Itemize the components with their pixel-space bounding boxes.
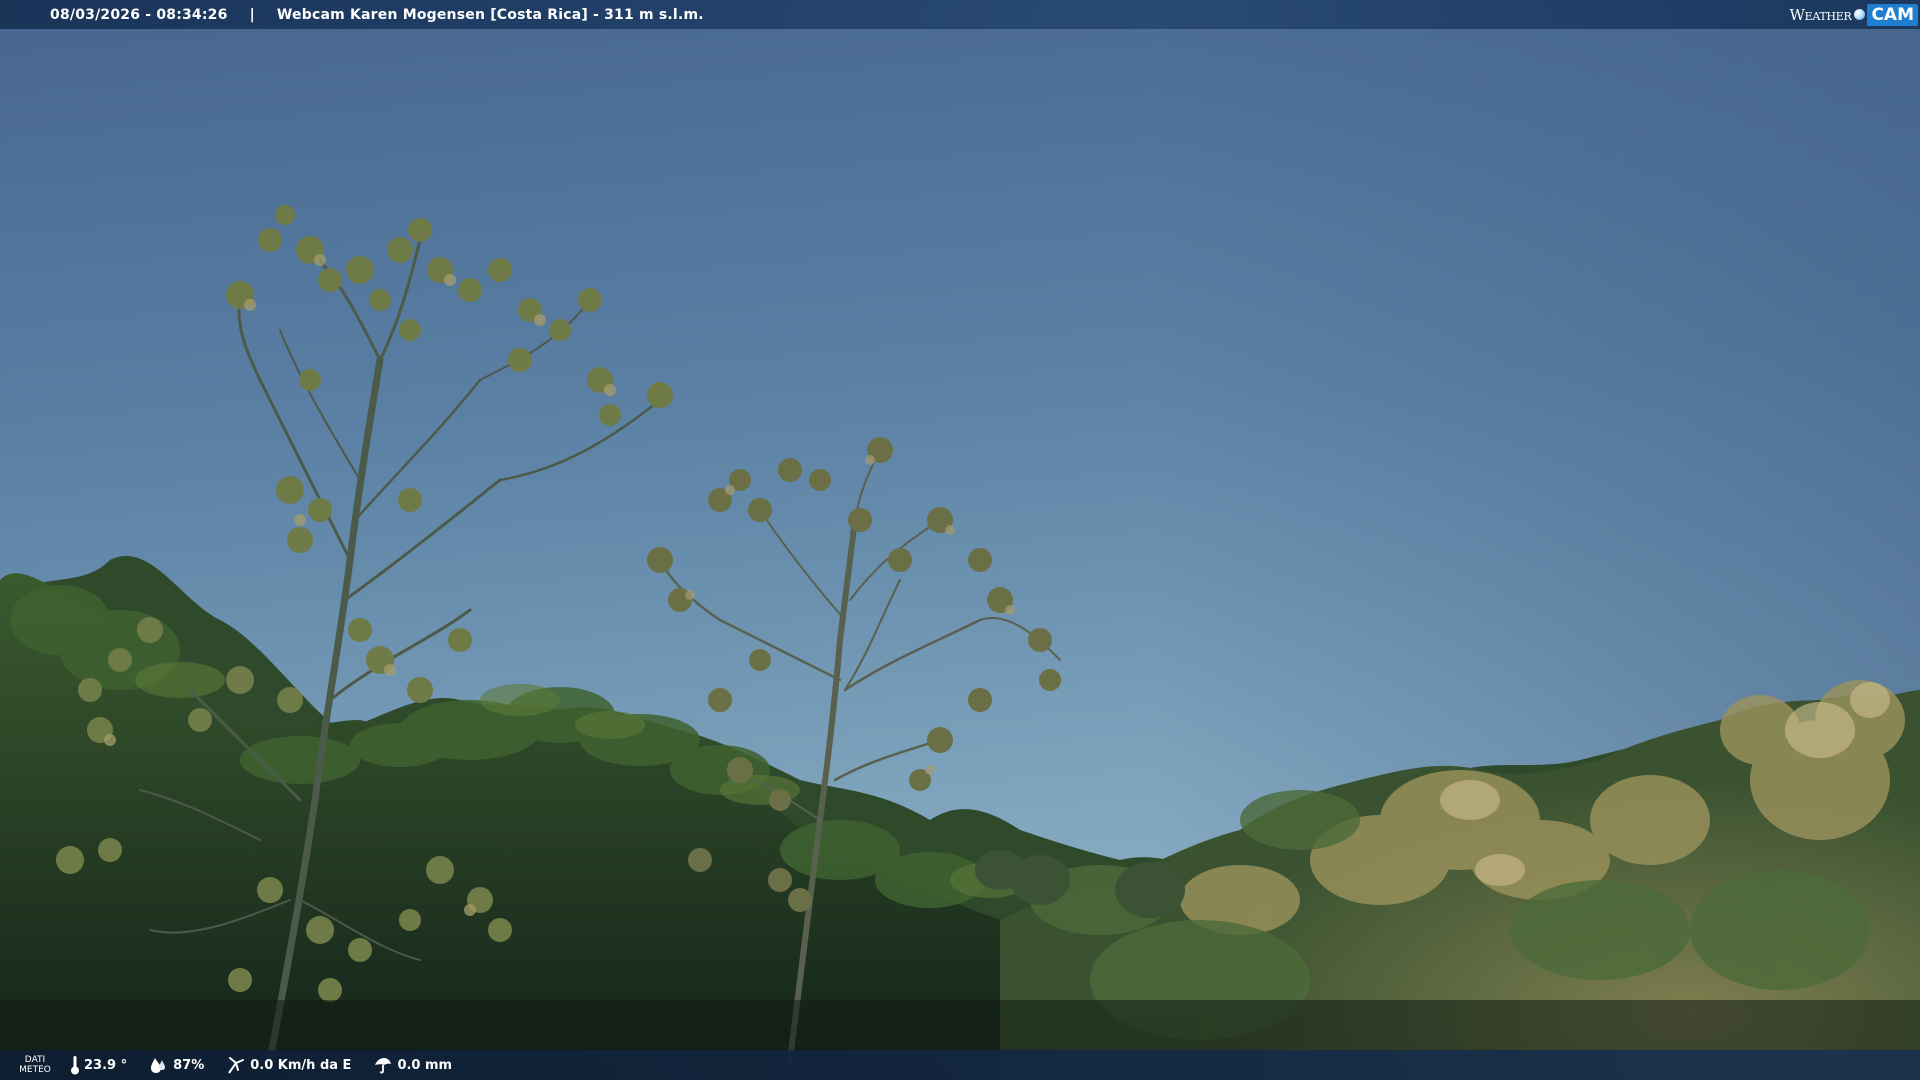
humidity-drop-icon xyxy=(151,1058,166,1073)
logo-cam-text: CAM xyxy=(1867,3,1918,26)
weathercam-logo-dot-icon xyxy=(1854,9,1866,20)
wind-value: 0.0 Km/h da E xyxy=(250,1057,352,1073)
header-separator: | xyxy=(249,6,255,23)
humidity-reading: 87% xyxy=(149,1056,204,1074)
thermometer-icon xyxy=(71,1056,79,1075)
weathercam-logo: Weather CAM xyxy=(1789,2,1918,27)
wind-icon xyxy=(228,1057,245,1074)
webcam-title: Webcam Karen Mogensen [Costa Rica] - 311… xyxy=(276,6,704,23)
weather-data-bar: DATI METEO 23.9 ° 87% 0.0 Km/h da E 0.0 … xyxy=(0,1050,1920,1080)
webcam-header-bar: 08/03/2026 - 08:34:26 | Webcam Karen Mog… xyxy=(0,0,1920,29)
logo-weather-text: Weather xyxy=(1789,5,1852,24)
webcam-frame: 08/03/2026 - 08:34:26 | Webcam Karen Mog… xyxy=(0,0,1920,1080)
weather-data-label: DATI METEO xyxy=(19,1055,51,1075)
wind-reading: 0.0 Km/h da E xyxy=(226,1055,351,1075)
rain-reading: 0.0 mm xyxy=(373,1056,452,1074)
temperature-reading: 23.9 ° xyxy=(70,1055,127,1075)
temperature-value: 23.9 ° xyxy=(84,1057,128,1073)
webcam-image xyxy=(0,0,1920,1080)
rain-value: 0.0 mm xyxy=(397,1057,453,1073)
capture-datetime: 08/03/2026 - 08:34:26 xyxy=(50,6,228,23)
humidity-value: 87% xyxy=(173,1057,205,1073)
rain-icon xyxy=(375,1058,392,1074)
